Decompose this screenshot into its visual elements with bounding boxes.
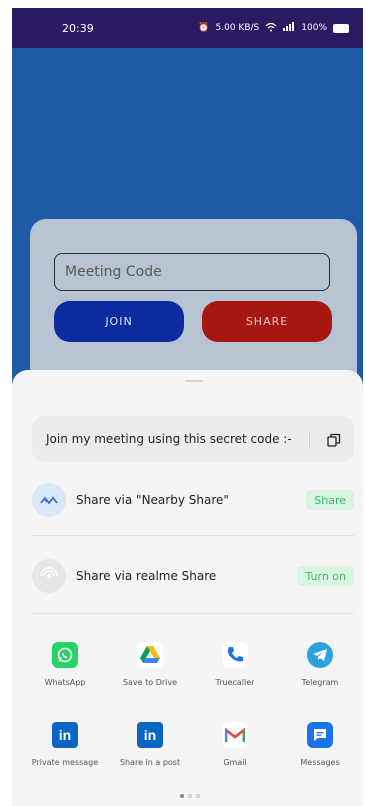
net-speed: 5.00 KB/S [215, 23, 260, 33]
battery-text: 100% [301, 23, 327, 33]
nearby-share-label: Share via "Nearby Share" [76, 493, 229, 507]
app-save-to-drive[interactable]: Save to Drive [110, 642, 190, 687]
meeting-card: JOIN SHARE [30, 219, 357, 389]
nearby-share-icon [32, 483, 66, 517]
realme-share-action[interactable]: Turn on [297, 566, 354, 586]
page-dot [188, 794, 192, 798]
battery-icon [333, 23, 349, 33]
alarm-icon: ⏰ [198, 23, 210, 33]
app-messages[interactable]: Messages [280, 722, 360, 767]
app-share-in-a-post[interactable]: in Share in a post [110, 722, 190, 767]
app-telegram[interactable]: Telegram [280, 642, 360, 687]
app-truecaller[interactable]: Truecaller [195, 642, 275, 687]
linkedin-icon: in [137, 722, 163, 748]
telegram-icon [307, 642, 333, 668]
app-label: Private message [31, 758, 99, 767]
app-label: Save to Drive [122, 678, 178, 687]
share-sheet: Join my meeting using this secret code :… [12, 370, 363, 806]
signal-icon [283, 22, 295, 34]
gmail-icon [222, 722, 248, 748]
page-dot [180, 794, 184, 798]
linkedin-icon: in [52, 722, 78, 748]
realme-share-row[interactable]: Share via realme Share Turn on [32, 559, 354, 593]
sheet-handle[interactable] [185, 380, 203, 382]
messages-icon [307, 722, 333, 748]
nearby-share-action[interactable]: Share [306, 490, 354, 510]
realme-share-icon [32, 559, 66, 593]
status-icons: ⏰ 5.00 KB/S 100% [198, 22, 349, 35]
app-label: Telegram [301, 678, 339, 687]
join-button[interactable]: JOIN [54, 301, 184, 342]
share-message-box: Join my meeting using this secret code :… [32, 416, 354, 462]
wifi-icon [265, 22, 277, 35]
app-label: WhatsApp [44, 678, 86, 687]
status-time: 20:39 [62, 21, 94, 35]
app-private-message[interactable]: in Private message [25, 722, 105, 767]
divider [32, 613, 354, 614]
page-indicator [180, 794, 200, 798]
whatsapp-icon [52, 642, 78, 668]
meeting-code-input[interactable] [54, 253, 330, 291]
app-label: Messages [300, 758, 340, 767]
app-label: Gmail [223, 758, 247, 767]
copy-icon[interactable] [327, 432, 341, 447]
page-dot [196, 794, 200, 798]
share-button[interactable]: SHARE [202, 301, 332, 342]
message-divider [309, 432, 310, 448]
drive-icon [137, 642, 163, 668]
share-message-text: Join my meeting using this secret code :… [46, 432, 292, 446]
realme-share-label: Share via realme Share [76, 569, 217, 583]
nearby-share-row[interactable]: Share via "Nearby Share" Share [32, 483, 354, 517]
app-gmail[interactable]: Gmail [195, 722, 275, 767]
app-label: Share in a post [119, 758, 181, 767]
app-label: Truecaller [215, 678, 255, 687]
status-bar: 20:39 ⏰ 5.00 KB/S 100% [12, 8, 363, 48]
phone-icon [222, 642, 248, 668]
app-whatsapp[interactable]: WhatsApp [25, 642, 105, 687]
divider [32, 535, 354, 536]
